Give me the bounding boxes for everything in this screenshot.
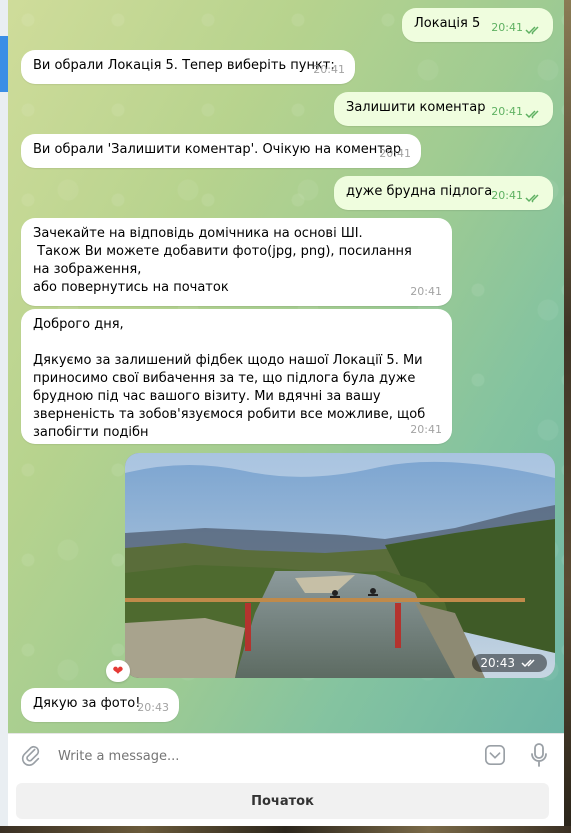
message-incoming[interactable]: Дякую за фото! 20:43 [21,688,179,722]
paperclip-icon[interactable] [20,744,42,766]
sidebar-edge [0,0,8,833]
message-outgoing[interactable]: Локація 5 20:41 [402,8,553,42]
message-time: 20:41 [491,21,523,34]
message-incoming[interactable]: Ви обрали 'Залишити коментар'. Очікую на… [21,134,421,168]
photo-message[interactable]: 20:43 [125,453,555,678]
taskbar-edge [0,826,571,833]
start-button[interactable]: Початок [16,783,549,819]
message-text: Дякую за фото! [33,696,141,711]
message-input[interactable] [58,746,468,766]
bot-keyboard: Початок [8,777,564,826]
message-time: 20:41 [410,285,442,298]
river-bridge-photo [125,453,555,678]
double-check-icon [521,659,535,668]
message-text: Залишити коментар [346,100,486,115]
heart-reaction[interactable]: ❤ [106,660,130,682]
message-time: 20:41 [410,423,442,436]
message-text: Доброго дня, Дякуємо за залишений фідбек… [33,317,426,440]
sticker-icon[interactable] [484,744,506,766]
message-text: дуже брудна підлога [346,184,493,199]
message-text: Локація 5 [414,16,481,31]
message-text: Ви обрали 'Залишити коментар'. Очікую на… [33,142,402,157]
double-check-icon [525,194,539,203]
message-time: 20:41 [491,105,523,118]
window-edge-right [564,0,571,833]
active-chat-indicator [0,36,8,92]
message-text: Ви обрали Локація 5. Тепер виберіть пунк… [33,58,335,73]
chat-history[interactable]: Локація 5 20:41 Ви обрали Локація 5. Теп… [8,0,564,733]
heart-icon: ❤ [112,663,124,679]
message-outgoing[interactable]: Залишити коментар 20:41 [334,92,553,126]
message-incoming[interactable]: Зачекайте на відповідь домічника на осно… [21,218,452,306]
message-text: Зачекайте на відповідь домічника на осно… [33,226,412,295]
message-time: 20:41 [379,147,411,160]
message-time: 20:41 [491,189,523,202]
message-outgoing[interactable]: дуже брудна підлога 20:41 [334,176,553,210]
photo-time-badge: 20:43 [472,654,547,672]
double-check-icon [525,110,539,119]
message-incoming[interactable]: Ви обрали Локація 5. Тепер виберіть пунк… [21,50,355,84]
double-check-icon [525,26,539,35]
message-time: 20:43 [137,701,169,714]
message-incoming[interactable]: Доброго дня, Дякуємо за залишений фідбек… [21,309,452,444]
message-composer [8,733,564,777]
message-time: 20:41 [313,63,345,76]
microphone-icon[interactable] [530,743,548,767]
photo-time: 20:43 [480,656,515,670]
